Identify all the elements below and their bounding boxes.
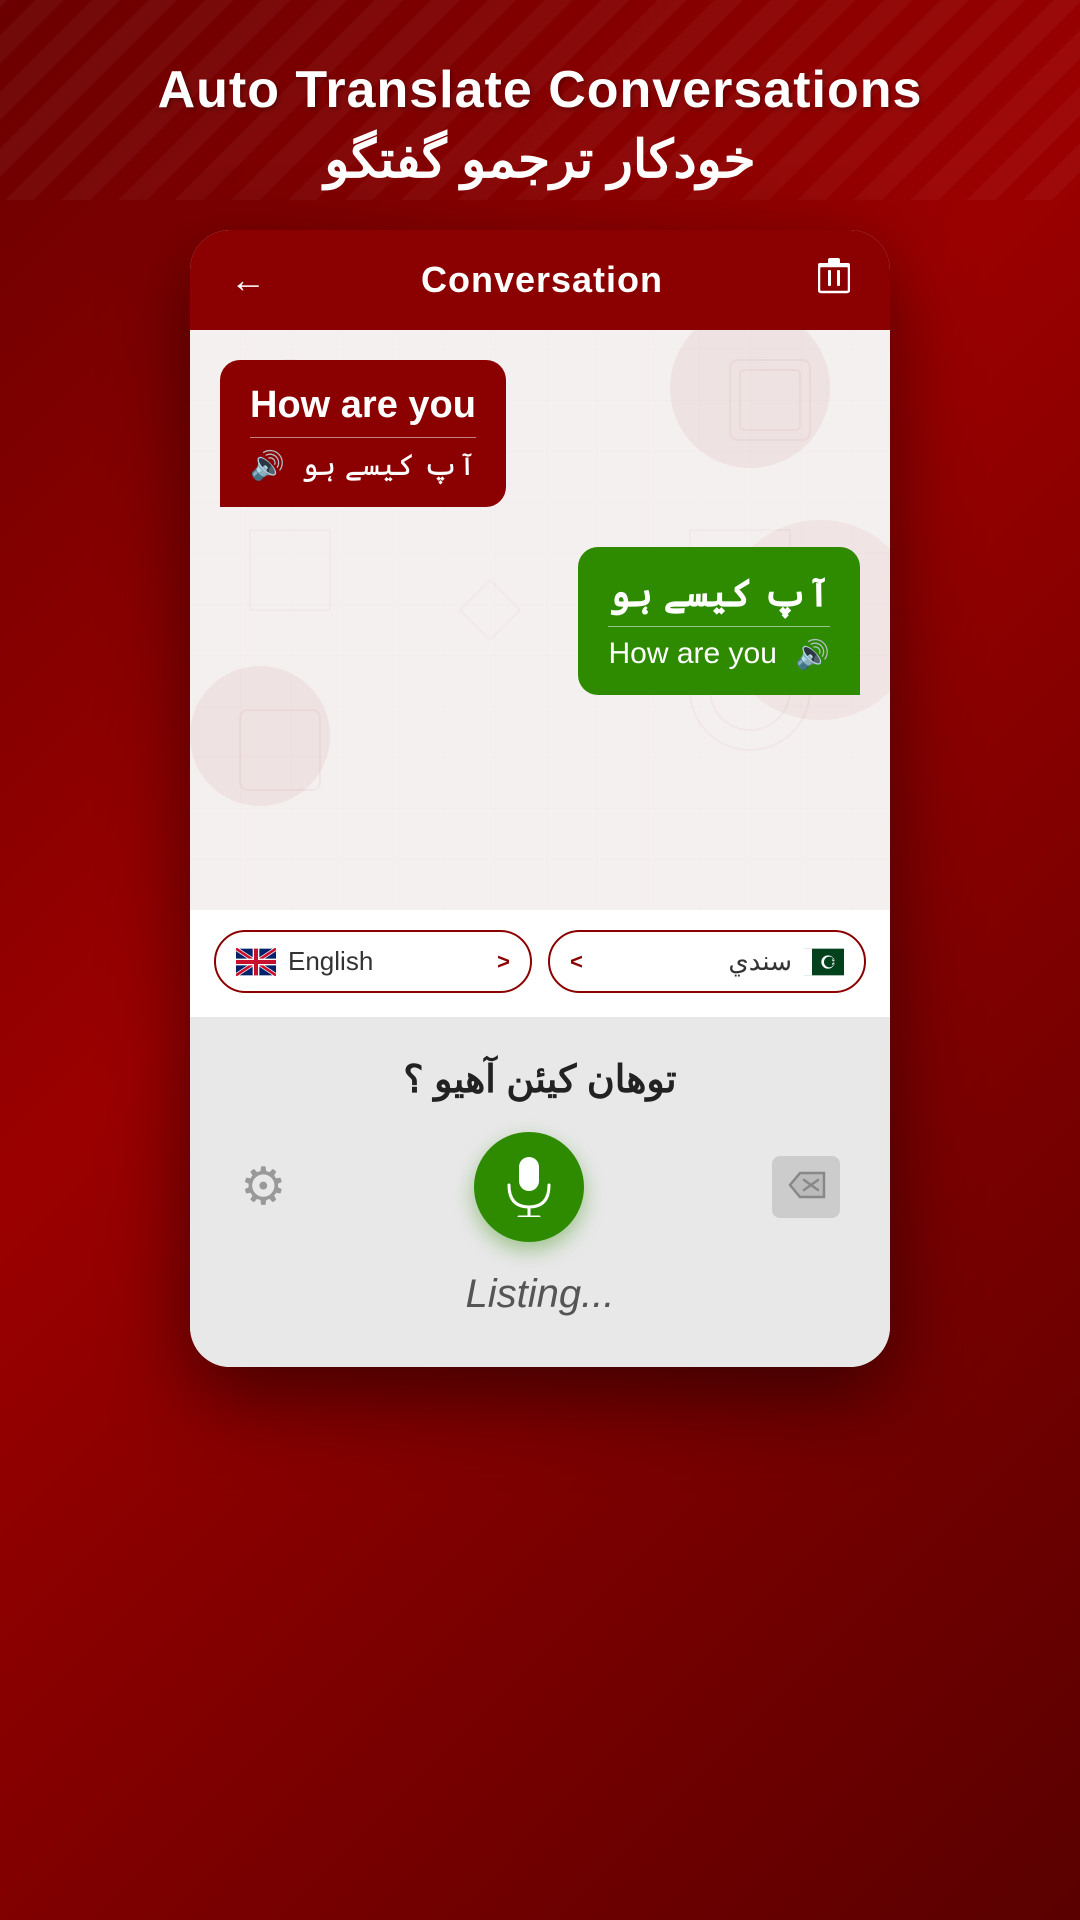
bubble-red: How are you آپ کیسے ہو 🔊 [220,360,506,507]
message-right: آپ کیسے ہو How are you 🔊 [220,547,860,695]
left-message-secondary-text: آپ کیسے ہو [301,448,476,483]
conversation-header: ← Conversation [190,230,890,330]
recognized-text: توهان كيئن آهيو ؟ [403,1057,676,1102]
message-left: How are you آپ کیسے ہو 🔊 [220,360,860,507]
bubble-green: آپ کیسے ہو How are you 🔊 [578,547,860,695]
sindhi-lang-inner: سندي [728,946,844,977]
sindhi-language-button[interactable]: سندي > [548,930,866,993]
backspace-button[interactable] [772,1156,840,1218]
app-title-english: Auto Translate Conversations [158,60,923,120]
sindhi-chevron-icon: > [570,949,583,975]
language-selector-row: English > سندي > [190,910,890,1017]
back-button[interactable]: ← [230,259,266,301]
left-speaker-icon[interactable]: 🔊 [250,449,285,482]
right-speaker-icon[interactable]: 🔊 [795,638,830,671]
uk-flag-icon [236,948,276,976]
conversation-title: Conversation [421,259,663,301]
english-lang-label: English [288,946,373,977]
right-message-secondary-text: How are you [608,637,776,671]
phone-mockup: ← Conversation [190,230,890,1367]
microphone-button[interactable] [474,1132,584,1242]
chat-area: How are you آپ کیسے ہو 🔊 آپ کیسے ہو How … [190,330,890,910]
mic-row: ⚙ [220,1132,860,1242]
english-chevron-icon: > [497,949,510,975]
settings-icon[interactable]: ⚙ [240,1157,287,1217]
listing-status: Listing... [466,1272,615,1317]
app-title-urdu: خودکار ترجمو گفتگو [324,130,755,190]
left-message-main-text: How are you [250,384,476,427]
english-lang-inner: English [236,946,373,977]
delete-conversation-button[interactable] [818,258,850,302]
right-message-main-text: آپ کیسے ہو [608,571,830,616]
pakistan-flag-icon [804,948,844,976]
bottom-panel: توهان كيئن آهيو ؟ ⚙ [190,1017,890,1367]
english-language-button[interactable]: English > [214,930,532,993]
mic-icon [504,1157,554,1217]
sindhi-lang-label: سندي [728,946,792,977]
